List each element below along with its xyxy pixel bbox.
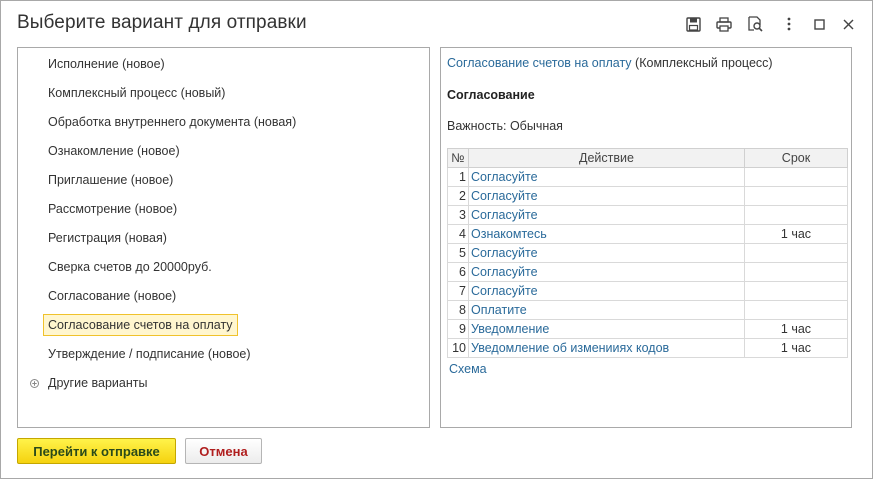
row-duration: 1 час — [744, 319, 848, 339]
table-header: № Действие Срок — [447, 148, 848, 168]
table-row[interactable]: 8 Оплатите — [447, 300, 848, 320]
row-action[interactable]: Оплатите — [468, 300, 745, 320]
row-number: 7 — [447, 281, 469, 301]
row-duration — [744, 243, 848, 263]
table-row[interactable]: 4 Ознакомтесь 1 час — [447, 224, 848, 244]
variant-item[interactable]: Утверждение / подписание (новое) — [46, 343, 253, 365]
row-duration — [744, 186, 848, 206]
row-action[interactable]: Согласуйте — [468, 167, 745, 187]
variant-item[interactable]: Рассмотрение (новое) — [46, 198, 179, 220]
submit-button[interactable]: Перейти к отправке — [17, 438, 176, 464]
process-type: (Комплексный процесс) — [635, 56, 773, 70]
variant-item[interactable]: Приглашение (новое) — [46, 169, 175, 191]
row-action[interactable]: Согласуйте — [468, 205, 745, 225]
table-row[interactable]: 9 Уведомление 1 час — [447, 319, 848, 339]
table-row[interactable]: 7 Согласуйте — [447, 281, 848, 301]
table-row[interactable]: 5 Согласуйте — [447, 243, 848, 263]
variant-item[interactable]: Обработка внутреннего документа (новая) — [46, 111, 298, 133]
steps-table: № Действие Срок 1 Согласуйте 2 Согласуйте … — [447, 148, 848, 358]
row-duration — [744, 300, 848, 320]
row-action[interactable]: Уведомление — [468, 319, 745, 339]
row-duration: 1 час — [744, 224, 848, 244]
row-action[interactable]: Уведомление об изменииях кодов — [468, 338, 745, 358]
close-icon[interactable] — [839, 15, 857, 33]
maximize-icon[interactable] — [810, 15, 828, 33]
row-number: 6 — [447, 262, 469, 282]
table-row[interactable]: 1 Согласуйте — [447, 167, 848, 187]
row-duration — [744, 281, 848, 301]
col-duration[interactable]: Срок — [744, 148, 848, 168]
stage-title: Согласование — [447, 88, 535, 102]
col-action[interactable]: Действие — [468, 148, 745, 168]
importance-label: Важность: — [447, 119, 507, 133]
variant-item-selected[interactable]: Согласование счетов на оплату — [43, 314, 238, 336]
variant-item[interactable]: Согласование (новое) — [46, 285, 178, 307]
process-link[interactable]: Согласование счетов на оплату — [447, 56, 632, 70]
row-number: 2 — [447, 186, 469, 206]
variant-item[interactable]: Регистрация (новая) — [46, 227, 169, 249]
variant-details: Согласование счетов на оплату (Комплексн… — [440, 47, 852, 428]
row-duration — [744, 167, 848, 187]
variant-item[interactable]: Ознакомление (новое) — [46, 140, 182, 162]
importance-value: Обычная — [509, 119, 563, 133]
process-header: Согласование счетов на оплату (Комплексн… — [447, 56, 773, 70]
row-action[interactable]: Ознакомтесь — [468, 224, 745, 244]
row-number: 5 — [447, 243, 469, 263]
dialog-title: Выберите вариант для отправки — [17, 12, 307, 33]
row-number: 1 — [447, 167, 469, 187]
scheme-link[interactable]: Схема — [449, 362, 487, 376]
table-row[interactable]: 6 Согласуйте — [447, 262, 848, 282]
row-action[interactable]: Согласуйте — [468, 243, 745, 263]
row-number: 8 — [447, 300, 469, 320]
row-number: 4 — [447, 224, 469, 244]
row-action[interactable]: Согласуйте — [468, 262, 745, 282]
cancel-button[interactable]: Отмена — [185, 438, 262, 464]
row-duration: 1 час — [744, 338, 848, 358]
row-number: 9 — [447, 319, 469, 339]
table-row[interactable]: 10 Уведомление об изменииях кодов 1 час — [447, 338, 848, 358]
preview-icon[interactable] — [746, 15, 764, 33]
row-action[interactable]: Согласуйте — [468, 281, 745, 301]
row-number: 10 — [447, 338, 469, 358]
importance: Важность: Обычная — [447, 119, 563, 133]
other-variants[interactable]: Другие варианты — [46, 372, 149, 394]
send-variant-dialog: Выберите вариант для отправки Исполнение… — [0, 0, 873, 479]
row-action[interactable]: Согласуйте — [468, 186, 745, 206]
print-icon[interactable] — [715, 15, 733, 33]
row-duration — [744, 205, 848, 225]
col-number[interactable]: № — [447, 148, 469, 168]
row-number: 3 — [447, 205, 469, 225]
variants-list: Исполнение (новое) Комплексный процесс (… — [17, 47, 430, 428]
expand-plus-icon[interactable] — [29, 378, 39, 388]
table-row[interactable]: 3 Согласуйте — [447, 205, 848, 225]
variant-item[interactable]: Сверка счетов до 20000руб. — [46, 256, 214, 278]
variant-item[interactable]: Исполнение (новое) — [46, 53, 167, 75]
table-row[interactable]: 2 Согласуйте — [447, 186, 848, 206]
row-duration — [744, 262, 848, 282]
more-icon[interactable] — [780, 15, 798, 33]
save-icon[interactable] — [684, 15, 702, 33]
variant-item[interactable]: Комплексный процесс (новый) — [46, 82, 227, 104]
